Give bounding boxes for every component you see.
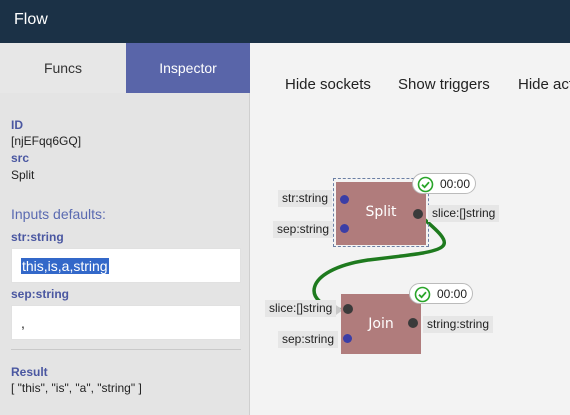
link-layer [312,212,447,317]
hide-activity-button[interactable]: Hide act [518,76,570,93]
join-timer-text: 00:00 [437,287,468,301]
split-timer-text: 00:00 [440,177,471,191]
app-titlebar: Flow [0,0,570,43]
check-circle-icon [414,286,431,303]
sidebar-tabs: Funcs Inspector [0,43,250,93]
app-title: Flow [14,11,48,28]
flow-canvas[interactable]: Split str:string sep:string slice:[]stri… [251,100,570,415]
id-value: [njEFqq6GQ] [11,134,82,148]
join-output-socket[interactable] [408,318,418,328]
split-timer: 00:00 [412,173,476,194]
join-input-socket-sep[interactable] [343,334,352,343]
split-output-socket[interactable] [413,209,423,219]
result-value: [ "this", "is", "a", "string" ] [11,381,142,395]
split-node[interactable]: Split [336,182,426,245]
tab-inspector[interactable]: Inspector [126,43,250,93]
canvas-toolbar: Hide sockets Show triggers Hide act [250,43,570,93]
join-node[interactable]: Join [341,294,421,354]
result-label: Result [11,365,48,379]
join-input-label-slice: slice:[]string [265,300,337,317]
split-input-label-str: str:string [278,190,333,207]
join-output-label: string:string [423,316,494,333]
inputs-defaults-heading: Inputs defaults: [11,206,106,222]
split-output-label: slice:[]string [428,205,500,222]
sep-input[interactable]: , [11,305,241,340]
split-input-label-sep: sep:string [273,221,334,238]
tab-funcs[interactable]: Funcs [0,43,126,93]
divider [11,349,241,350]
src-value: Split [11,168,35,182]
join-input-label-sep: sep:string [278,331,339,348]
split-input-socket-str[interactable] [340,195,349,204]
str-input-value: this,is,a,string [21,258,109,274]
show-triggers-button[interactable]: Show triggers [398,76,490,93]
check-circle-icon [417,176,434,193]
sidebar: Funcs Inspector ID [njEFqq6GQ] src Split… [0,43,250,415]
join-timer: 00:00 [409,283,473,304]
str-input[interactable]: this,is,a,string [11,248,241,283]
join-input-socket-slice[interactable] [343,304,353,314]
split-input-socket-sep[interactable] [340,224,349,233]
hide-sockets-button[interactable]: Hide sockets [285,76,371,93]
sep-input-value: , [21,315,25,331]
src-label: src [11,151,30,165]
input-label-str: str:string [11,230,64,244]
input-label-sep: sep:string [11,287,70,301]
id-label: ID [11,118,23,132]
